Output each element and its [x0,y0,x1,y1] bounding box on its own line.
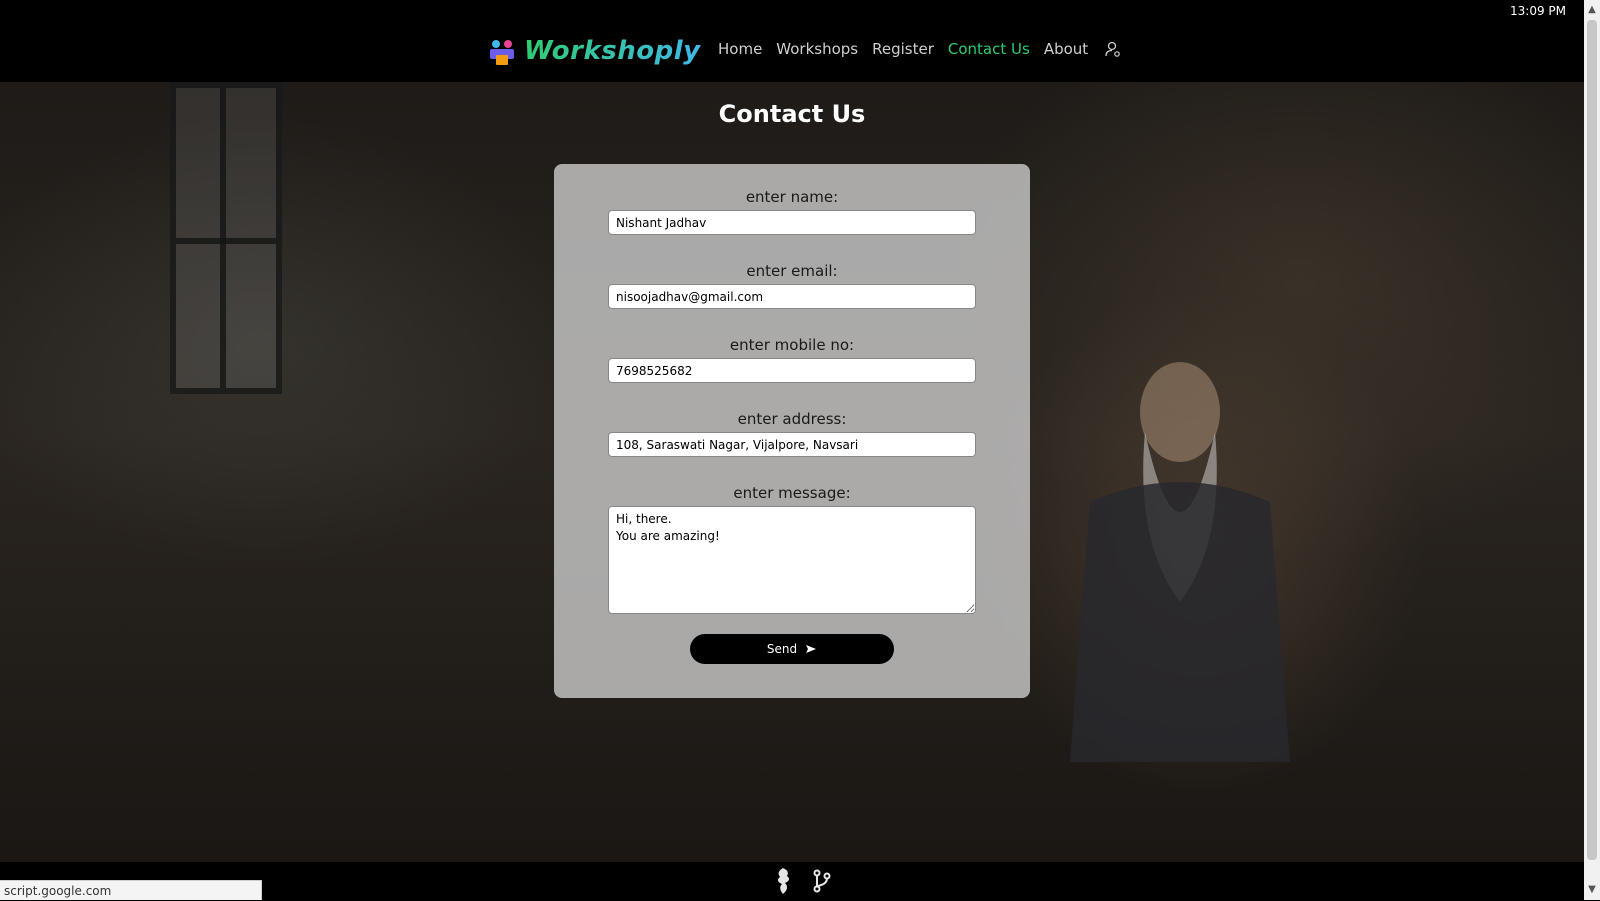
message-label: enter message: [733,484,851,502]
scroll-thumb[interactable] [1587,20,1597,860]
nav-contact-us[interactable]: Contact Us [948,40,1030,58]
send-button[interactable]: Send [690,634,894,664]
scroll-up-icon[interactable]: ▲ [1584,2,1600,18]
nav-register[interactable]: Register [872,40,934,58]
address-input[interactable] [608,432,976,457]
git-branch-icon[interactable] [812,869,832,893]
system-clock: 13:09 PM [1510,4,1566,18]
brand[interactable]: Workshoply [486,30,701,72]
send-label: Send [766,642,798,656]
mobile-label: enter mobile no: [729,336,855,354]
mobile-field-group: enter mobile no: [608,336,976,383]
vertical-scrollbar[interactable]: ▲ ▼ [1584,0,1600,900]
site-header: Workshoply Home Workshops Register Conta… [0,0,1584,82]
message-field-group: enter message: Hi, there. You are amazin… [608,484,976,614]
address-field-group: enter address: [608,410,976,457]
name-label: enter name: [745,188,839,206]
email-label: enter email: [746,262,838,280]
email-input[interactable] [608,284,976,309]
mobile-input[interactable] [608,358,976,383]
main-nav: Home Workshops Register Contact Us About [718,40,1122,58]
workshop-logo-icon [490,40,514,65]
blacksmith-figure [1070,362,1290,762]
status-bar-url: script.google.com [0,880,262,900]
page-title: Contact Us [718,100,866,128]
footer-icons [772,866,832,896]
contact-form: enter name: enter email: enter mobile no… [554,164,1030,698]
email-field-group: enter email: [608,262,976,309]
send-arrow-icon [806,645,817,653]
nav-home[interactable]: Home [718,40,762,58]
nav-about[interactable]: About [1044,40,1088,58]
brand-name: Workshoply [524,36,701,66]
user-icon[interactable] [1104,40,1122,58]
dragon-logo-icon[interactable] [772,866,794,896]
name-input[interactable] [608,210,976,235]
background-window [170,82,282,394]
message-textarea[interactable]: Hi, there. You are amazing! [608,506,976,614]
address-label: enter address: [737,410,847,428]
name-field-group: enter name: [608,188,976,235]
nav-workshops[interactable]: Workshops [776,40,858,58]
scroll-down-icon[interactable]: ▼ [1584,882,1600,898]
